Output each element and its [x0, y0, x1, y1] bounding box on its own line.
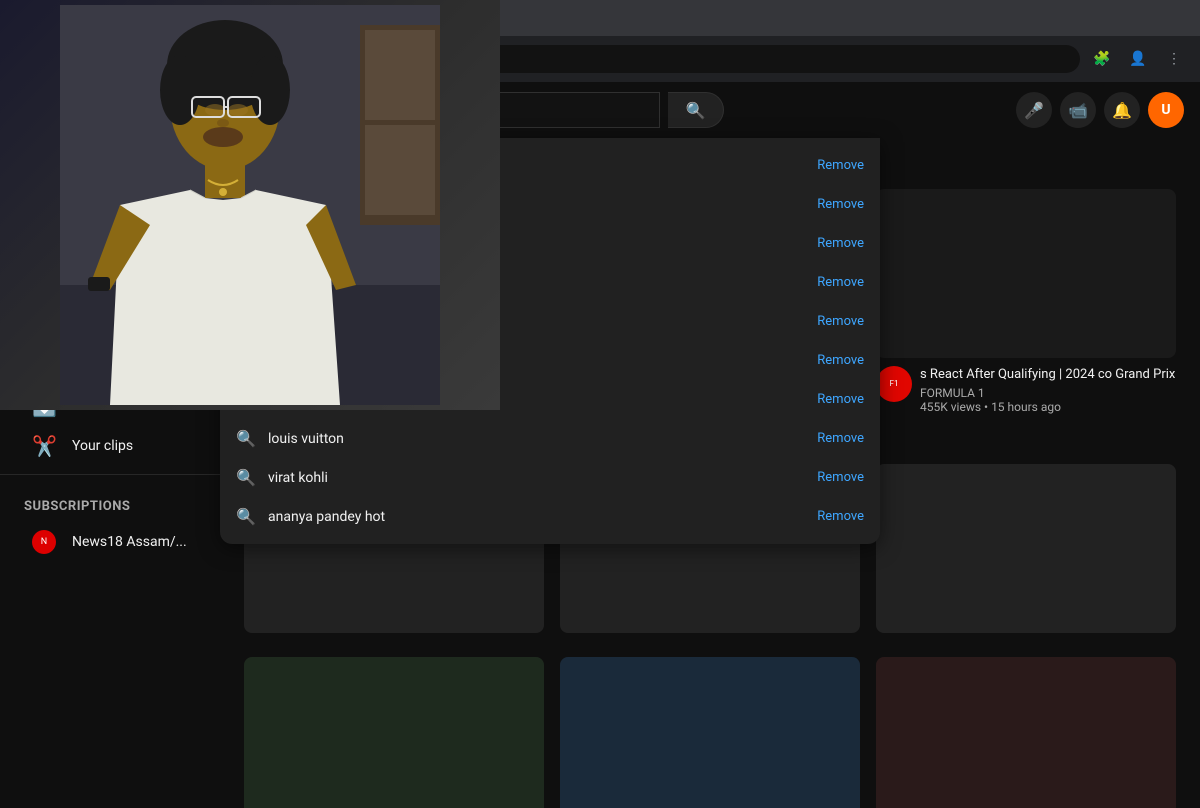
extensions-button[interactable]: 🧩 — [1088, 45, 1116, 73]
remove-btn-2[interactable]: Remove — [817, 197, 864, 212]
header-right: 🎤 📹 🔔 U — [1016, 92, 1184, 128]
mic-button[interactable]: 🎤 — [1016, 92, 1052, 128]
remove-btn-1[interactable]: Remove — [817, 158, 864, 173]
video-meta-3: 455K views • 15 hours ago — [920, 400, 1176, 414]
remove-btn-6[interactable]: Remove — [817, 353, 864, 368]
sidebar-item-news18[interactable]: N News18 Assam/... — [8, 522, 212, 562]
video-thumbnail-3 — [876, 189, 1176, 358]
news18-avatar: N — [32, 530, 56, 554]
notifications-button[interactable]: 🔔 — [1104, 92, 1140, 128]
remove-btn-8[interactable]: Remove — [817, 431, 864, 446]
your-clips-label: Your clips — [72, 438, 133, 454]
video-title-3: s React After Qualifying | 2024 co Grand… — [920, 366, 1176, 384]
remove-btn-10[interactable]: Remove — [817, 509, 864, 524]
video-channel-3: FORMULA 1 — [920, 386, 1176, 400]
account-avatar[interactable]: U — [1148, 92, 1184, 128]
remove-btn-4[interactable]: Remove — [817, 275, 864, 290]
video-info-3: F1 s React After Qualifying | 2024 co Gr… — [876, 358, 1176, 422]
video-thumbnail-8 — [560, 657, 860, 808]
video-card-3[interactable]: F1 s React After Qualifying | 2024 co Gr… — [876, 189, 1176, 440]
remove-btn-9[interactable]: Remove — [817, 470, 864, 485]
video-grid-row3: Playoff Diaries Episode 3 | Training in … — [244, 657, 1176, 808]
sidebar-item-your-clips[interactable]: ✂️ Your clips — [8, 426, 212, 466]
profile-button[interactable]: 👤 — [1124, 45, 1152, 73]
recent-icon-2: 🔍 — [236, 468, 256, 487]
video-card-7[interactable]: Playoff Diaries Episode 3 | Training in … — [244, 657, 544, 808]
suggestion-text-9: virat kohli — [268, 470, 805, 486]
recent-icon-1: 🔍 — [236, 429, 256, 448]
search-icon: 🔍 — [686, 101, 706, 120]
channel-avatar-3: F1 — [876, 366, 912, 402]
video-details-3: s React After Qualifying | 2024 co Grand… — [920, 366, 1176, 414]
subscriptions-section-title: Subscriptions — [0, 483, 220, 522]
menu-button[interactable]: ⋮ — [1160, 45, 1188, 73]
video-thumbnail-9 — [876, 657, 1176, 808]
webcam-bg — [0, 0, 500, 410]
video-thumbnail-7 — [244, 657, 544, 808]
suggestion-text-8: louis vuitton — [268, 431, 805, 447]
create-button[interactable]: 📹 — [1060, 92, 1096, 128]
suggestion-louis-vuitton[interactable]: 🔍 louis vuitton Remove — [220, 419, 880, 458]
suggestion-ananya-pandey[interactable]: 🔍 ananya pandey hot Remove — [220, 497, 880, 536]
video-card-9[interactable]: my last fifa tournament — [876, 657, 1176, 808]
remove-btn-7[interactable]: Remove — [817, 392, 864, 407]
webcam-overlay — [0, 0, 500, 410]
video-thumbnail-6 — [876, 464, 1176, 633]
news18-label: News18 Assam/... — [72, 534, 187, 550]
search-button[interactable]: 🔍 — [668, 92, 724, 128]
recent-icon-3: 🔍 — [236, 507, 256, 526]
video-card-6[interactable] — [876, 464, 1176, 633]
suggestion-text-10: ananya pandey hot — [268, 509, 805, 525]
video-card-8[interactable]: NEPAL VS HURICANNES 2nd innings What's a… — [560, 657, 860, 808]
person-silhouette — [60, 5, 440, 405]
remove-btn-5[interactable]: Remove — [817, 314, 864, 329]
suggestion-virat-kohli[interactable]: 🔍 virat kohli Remove — [220, 458, 880, 497]
clips-icon: ✂️ — [32, 434, 56, 458]
remove-btn-3[interactable]: Remove — [817, 236, 864, 251]
